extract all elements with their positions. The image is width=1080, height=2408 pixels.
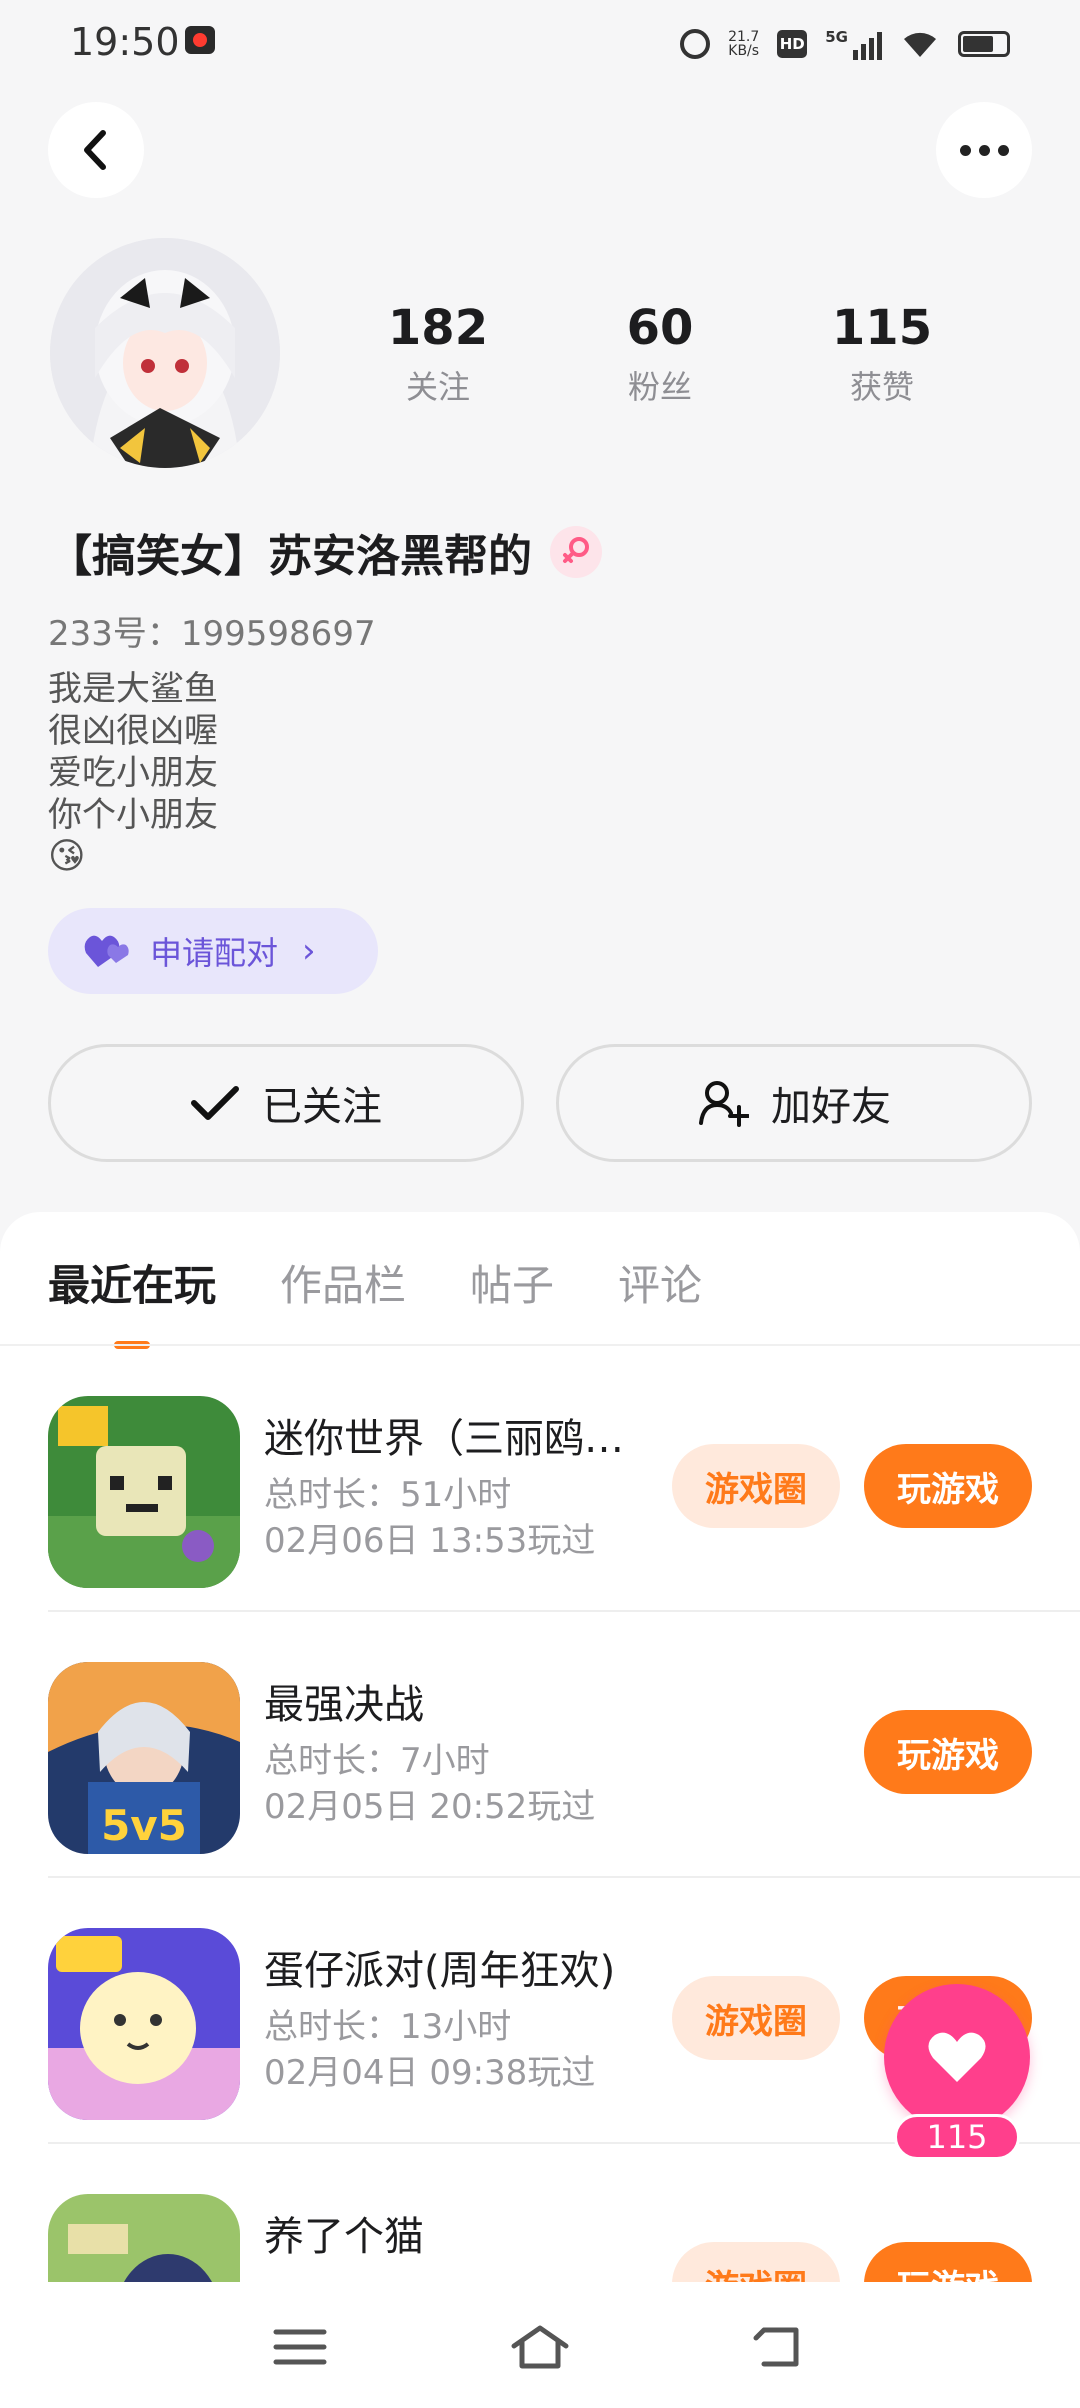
avatar-image <box>50 238 280 468</box>
game-row[interactable]: 5v5 最强决战 总时长：7小时 02月05日 20:52玩过 玩游戏 <box>0 1612 1080 1878</box>
game-last-played: 02月05日 20:52玩过 <box>264 1787 596 1827</box>
hd-icon: HD <box>777 30 808 58</box>
followers-label: 粉丝 <box>627 368 692 406</box>
net-speed-unit: KB/s <box>728 43 760 59</box>
alarm-icon <box>680 29 711 59</box>
bio-line: 很凶很凶喔 <box>48 711 218 751</box>
game-icon-eggy-party[interactable] <box>48 1928 240 2120</box>
bio-line: 我是大鲨鱼 <box>48 669 218 709</box>
net-speed-value: 21.7 <box>728 29 760 45</box>
female-gender-icon <box>550 526 602 578</box>
following-count: 182 <box>387 300 489 356</box>
game-last-played: 02月04日 09:38玩过 <box>264 2053 596 2093</box>
battery-icon <box>958 31 1010 57</box>
user-id: 233号：199598697 <box>48 614 376 654</box>
tab-posts[interactable]: 帖子 <box>470 1252 554 1313</box>
game-duration: 总时长：7小时 <box>264 1741 490 1781</box>
home-icon[interactable] <box>510 2322 570 2372</box>
tab-comments[interactable]: 评论 <box>618 1252 702 1313</box>
like-button[interactable] <box>884 1984 1030 2130</box>
game-info: 最强决战 总时长：7小时 02月05日 20:52玩过 <box>264 1672 664 1830</box>
status-time: 19:50 <box>70 20 180 64</box>
stat-likes[interactable]: 115 获赞 <box>792 300 972 408</box>
net-speed: 21.7 KB/s <box>728 30 759 58</box>
game-info: 蛋仔派对(周年狂欢) 总时长：13小时 02月04日 09:38玩过 <box>264 1938 664 2096</box>
add-user-icon <box>699 1081 749 1127</box>
request-pair-label: 申请配对 <box>150 934 279 972</box>
chevron-right-icon: › <box>302 931 316 971</box>
game-title: 蛋仔派对(周年狂欢) <box>264 1948 616 1994</box>
signal-label: 5G <box>825 28 848 46</box>
game-info: 养了个猫 <box>264 2204 664 2262</box>
heart-icon <box>928 2032 986 2082</box>
bio-emoji: 😘 <box>48 836 86 877</box>
signal-icon: 5G <box>825 28 882 60</box>
tab-recent-playing[interactable]: 最近在玩 <box>48 1252 216 1313</box>
followed-label: 已关注 <box>262 1084 382 1130</box>
bio: 我是大鲨鱼 很凶很凶喔 爱吃小朋友 你个小朋友 😘 <box>48 668 218 878</box>
avatar[interactable] <box>50 238 280 468</box>
game-row[interactable]: 迷你世界（三丽鸥… 总时长：51小时 02月06日 13:53玩过 游戏圈 玩游… <box>0 1346 1080 1612</box>
name-row: 【搞笑女】苏安洛黑帮的 <box>48 520 602 584</box>
bio-line: 爱吃小朋友 <box>48 753 218 793</box>
screen-record-icon <box>185 26 215 54</box>
svg-text:5v5: 5v5 <box>101 1801 187 1850</box>
back-arrow-icon <box>84 130 106 170</box>
stat-following[interactable]: 182 关注 <box>348 300 528 408</box>
stat-followers[interactable]: 60 粉丝 <box>570 300 750 408</box>
game-duration: 总时长：13小时 <box>264 2007 512 2047</box>
game-title: 迷你世界（三丽鸥… <box>264 1416 624 1462</box>
system-nav-bar <box>0 2282 1080 2408</box>
followed-button[interactable]: 已关注 <box>48 1044 524 1162</box>
game-circle-button[interactable]: 游戏圈 <box>672 1976 840 2060</box>
add-friend-label: 加好友 <box>771 1084 891 1130</box>
tab-works[interactable]: 作品栏 <box>280 1252 406 1313</box>
back-button[interactable] <box>48 102 144 198</box>
request-pair-button[interactable]: 申请配对 › <box>48 908 378 994</box>
followers-count: 60 <box>626 300 694 356</box>
game-icon-mini-world[interactable] <box>48 1396 240 1588</box>
tab-bar: 最近在玩 作品栏 帖子 评论 <box>48 1252 702 1313</box>
status-icons: 21.7 KB/s HD 5G <box>680 24 1010 64</box>
likes-label: 获赞 <box>849 368 914 406</box>
menu-icon[interactable] <box>270 2322 330 2372</box>
game-icon-strongest-battle[interactable]: 5v5 <box>48 1662 240 1854</box>
following-label: 关注 <box>405 368 470 406</box>
add-friend-button[interactable]: 加好友 <box>556 1044 1032 1162</box>
play-game-button[interactable]: 玩游戏 <box>864 1710 1032 1794</box>
wifi-icon <box>900 29 940 59</box>
double-heart-icon <box>84 935 129 967</box>
game-title: 养了个猫 <box>264 2214 424 2260</box>
status-bar: 19:50 21.7 KB/s HD 5G <box>0 0 1080 90</box>
likes-count: 115 <box>831 300 933 356</box>
like-count-badge: 115 <box>894 2114 1020 2160</box>
game-info: 迷你世界（三丽鸥… 总时长：51小时 02月06日 13:53玩过 <box>264 1406 664 1564</box>
bio-line: 你个小朋友 <box>48 795 218 835</box>
game-duration: 总时长：51小时 <box>264 1475 512 1515</box>
game-last-played: 02月06日 13:53玩过 <box>264 1521 596 1561</box>
back-nav-icon[interactable] <box>750 2322 810 2372</box>
game-title: 最强决战 <box>264 1682 424 1728</box>
play-game-button[interactable]: 玩游戏 <box>864 1444 1032 1528</box>
game-circle-button[interactable]: 游戏圈 <box>672 1444 840 1528</box>
check-icon <box>191 1086 239 1120</box>
profile-name: 【搞笑女】苏安洛黑帮的 <box>48 531 532 582</box>
more-button[interactable] <box>936 102 1032 198</box>
more-dots-icon <box>959 144 1009 156</box>
